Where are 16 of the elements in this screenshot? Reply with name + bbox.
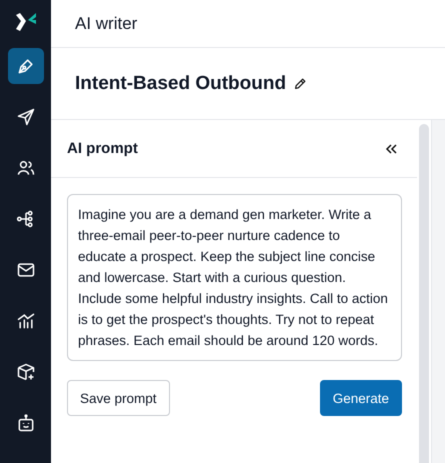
scrollbar[interactable] [419,124,429,463]
box-plus-icon [16,362,36,382]
generate-button[interactable]: Generate [320,380,402,416]
send-icon [16,107,36,127]
logo-icon [14,10,38,34]
edit-icon[interactable] [294,77,308,90]
save-button[interactable]: Save prompt [67,380,170,416]
collapse-icon[interactable] [385,144,397,154]
nav-button[interactable] [8,48,44,84]
robot-icon [16,413,36,433]
document-title: Intent-Based Outbound [75,72,286,94]
chart-icon [16,311,36,331]
page-title: AI writer [75,14,138,34]
panel-title: AI prompt [67,140,138,157]
prompt-field[interactable]: Imagine you are a demand gen marketer. Write a three-email peer-to-peer nurture cadence to educate a prospect. Keep the subject line concise and lowercase. Start with a curious question. Include some helpful industry insights. Call to action is to get the prospect's thoughts. Try not to repeat phrases. Each email should be around 120 words. [67,194,402,361]
flow-icon [16,209,36,229]
